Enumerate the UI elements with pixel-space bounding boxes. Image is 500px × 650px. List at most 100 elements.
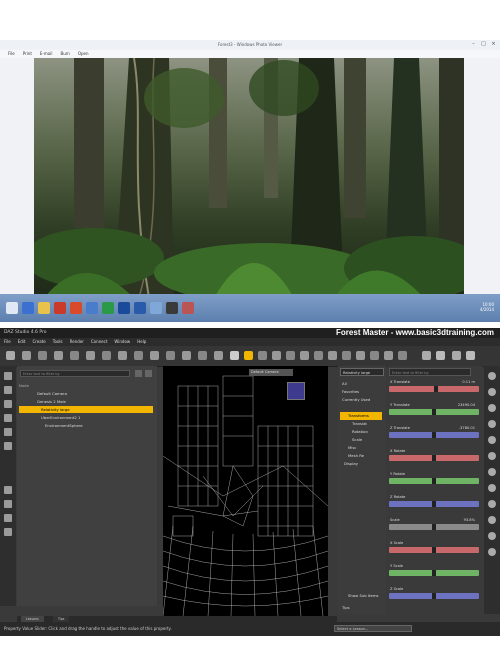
menu-edit[interactable]: Edit xyxy=(18,338,26,346)
app-icon[interactable] xyxy=(86,302,98,314)
parameter-slider[interactable]: Scale 93.8% xyxy=(389,517,479,533)
box-icon[interactable] xyxy=(22,351,31,360)
slider-handle[interactable] xyxy=(432,501,436,507)
viewport-icon[interactable] xyxy=(398,351,407,360)
category-display[interactable]: Display xyxy=(342,460,384,468)
photoshop-icon[interactable] xyxy=(118,302,130,314)
slider-handle[interactable] xyxy=(433,386,438,392)
menu-burn[interactable]: Burn xyxy=(60,50,69,58)
pointer-tool-icon[interactable] xyxy=(230,351,239,360)
layout-icon[interactable] xyxy=(436,351,445,360)
parameter-slider[interactable]: Z Scale xyxy=(389,586,479,602)
posing-tab-icon[interactable] xyxy=(488,500,496,508)
render-settings-icon[interactable] xyxy=(150,351,159,360)
word-icon[interactable] xyxy=(134,302,146,314)
category-scale[interactable]: Scale xyxy=(342,436,384,444)
slider-handle[interactable] xyxy=(432,455,436,461)
camera-icon[interactable] xyxy=(54,351,63,360)
lesson-select[interactable]: Select a Lesson... xyxy=(334,625,412,632)
slider-handle[interactable] xyxy=(432,409,436,415)
menu-connect[interactable]: Connect xyxy=(91,338,108,346)
scene-node-uberenvironment[interactable]: UberEnvironment2 1 xyxy=(19,414,153,421)
parameter-filter-input[interactable]: Enter text to filter by xyxy=(389,368,471,376)
minimize-icon[interactable]: – xyxy=(470,41,477,47)
surfaces-tab-icon[interactable] xyxy=(488,388,496,396)
layout-icon[interactable] xyxy=(452,351,461,360)
start-button-icon[interactable] xyxy=(6,302,18,314)
menu-create[interactable]: Create xyxy=(32,338,45,346)
layout-icon[interactable] xyxy=(466,351,475,360)
figure-tab-icon[interactable] xyxy=(4,500,12,508)
parameter-slider[interactable]: Z Translate -3780.01 xyxy=(389,425,479,441)
render-icon[interactable] xyxy=(166,351,175,360)
shaping-tab-icon[interactable] xyxy=(488,548,496,556)
scene-node-genesis[interactable]: Genesis 2 Male xyxy=(19,398,153,405)
parameter-value[interactable]: 23490.04 xyxy=(458,402,475,408)
save-icon[interactable] xyxy=(182,351,191,360)
parameter-value[interactable]: 93.8% xyxy=(464,517,475,523)
app-icon[interactable] xyxy=(182,302,194,314)
node-weight-icon[interactable] xyxy=(300,351,309,360)
menu-email[interactable]: E-mail xyxy=(40,50,53,58)
maximize-icon[interactable]: □ xyxy=(480,41,487,47)
slider-handle[interactable] xyxy=(432,570,436,576)
scene-node-relativity[interactable]: Relativity large xyxy=(19,406,153,413)
scale-tool-icon[interactable] xyxy=(286,351,295,360)
app-icon[interactable] xyxy=(70,302,82,314)
daz-icon[interactable] xyxy=(166,302,178,314)
media-icon[interactable] xyxy=(54,302,66,314)
history-tab-icon[interactable] xyxy=(4,428,12,436)
scene-node-environment-sphere[interactable]: EnvironmentSphere xyxy=(19,422,153,429)
parameter-slider[interactable]: Y Rotate xyxy=(389,471,479,487)
chrome-icon[interactable] xyxy=(102,302,114,314)
undo-icon[interactable] xyxy=(198,351,207,360)
ie-icon[interactable] xyxy=(22,302,34,314)
parameter-value[interactable]: -3780.01 xyxy=(459,425,475,431)
scene-tab-icon[interactable] xyxy=(4,372,12,380)
scene-node-camera[interactable]: Default Camera xyxy=(19,390,153,397)
menu-file[interactable]: File xyxy=(8,50,15,58)
menu-file[interactable]: File xyxy=(4,338,11,346)
slider-handle[interactable] xyxy=(432,432,436,438)
category-favorites[interactable]: Favorites xyxy=(342,388,384,396)
parameters-tab-icon[interactable] xyxy=(488,372,496,380)
scene-filter-input[interactable]: Enter text to filter by xyxy=(20,370,130,377)
explorer-icon[interactable] xyxy=(38,302,50,314)
layout-icon[interactable] xyxy=(422,351,431,360)
tool-settings-tab-icon[interactable] xyxy=(488,452,496,460)
content-tab-icon[interactable] xyxy=(4,386,12,394)
translate-tool-icon[interactable] xyxy=(272,351,281,360)
lights-tab-icon[interactable] xyxy=(488,404,496,412)
filter-icon[interactable] xyxy=(135,370,142,377)
spot-render-icon[interactable] xyxy=(342,351,351,360)
home-icon[interactable] xyxy=(6,351,15,360)
properties-tab-icon[interactable] xyxy=(488,532,496,540)
category-rotation[interactable]: Rotation xyxy=(342,428,384,436)
parameter-slider[interactable]: Z Rotate xyxy=(389,494,479,510)
system-clock[interactable]: 10:00 4/2014 xyxy=(480,302,494,312)
cameras-tab-icon[interactable] xyxy=(488,420,496,428)
sphere-icon[interactable] xyxy=(38,351,47,360)
photo-viewer-icon[interactable] xyxy=(150,302,162,314)
parameter-slider[interactable]: X Translate 0.11 m xyxy=(389,379,479,395)
menu-render[interactable]: Render xyxy=(70,338,84,346)
category-misc[interactable]: Misc xyxy=(342,444,384,452)
menu-help[interactable]: Help xyxy=(137,338,146,346)
options-icon[interactable] xyxy=(145,370,152,377)
content-tab-icon[interactable] xyxy=(488,516,496,524)
pose-tab-icon[interactable] xyxy=(4,486,12,494)
undo-stack-icon[interactable] xyxy=(4,442,12,450)
category-all[interactable]: All xyxy=(342,380,384,388)
parameter-slider[interactable]: X Scale xyxy=(389,540,479,556)
parameter-slider[interactable]: X Rotate xyxy=(389,448,479,464)
figure-icon[interactable] xyxy=(118,351,127,360)
prop-icon[interactable] xyxy=(134,351,143,360)
3d-viewport[interactable]: Default Camera xyxy=(163,366,328,616)
menu-open[interactable]: Open xyxy=(78,50,89,58)
menu-print[interactable]: Print xyxy=(23,50,32,58)
rotate-tool-icon[interactable] xyxy=(258,351,267,360)
universal-tool-icon[interactable] xyxy=(244,351,253,360)
menu-window[interactable]: Window xyxy=(114,338,130,346)
parameter-slider[interactable]: Y Scale xyxy=(389,563,479,579)
tips-tab[interactable]: Tips xyxy=(342,604,384,612)
